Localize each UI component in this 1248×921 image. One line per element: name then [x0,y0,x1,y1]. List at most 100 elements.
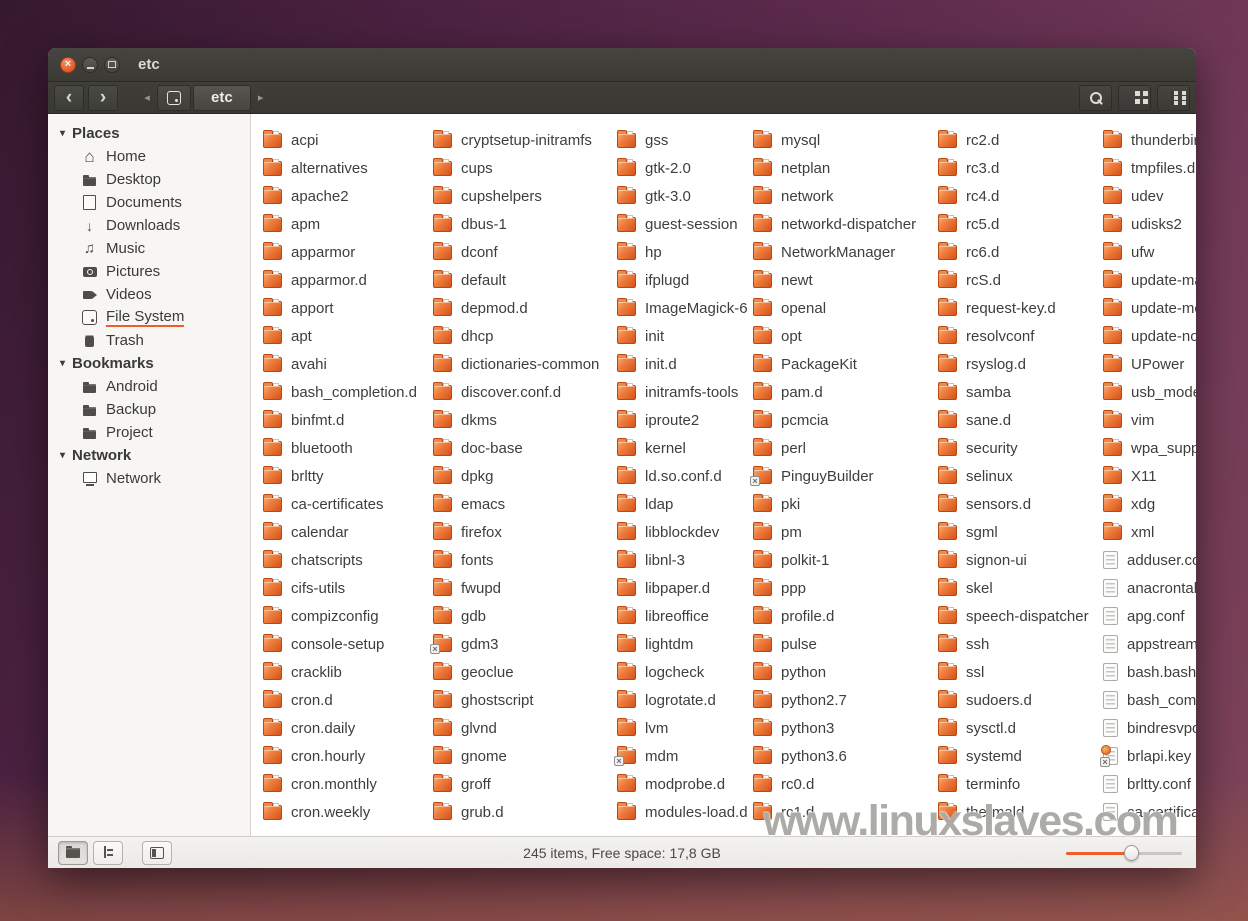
file-pki[interactable]: pki [741,490,926,518]
file-resolvconf[interactable]: resolvconf [926,322,1091,350]
file-profile.d[interactable]: profile.d [741,602,926,630]
search-button[interactable] [1079,85,1112,111]
zoom-slider-handle[interactable] [1124,845,1139,861]
file-sgml[interactable]: sgml [926,518,1091,546]
file-skel[interactable]: skel [926,574,1091,602]
file-x11[interactable]: X11 [1091,462,1196,490]
forward-button[interactable]: › [88,85,118,111]
file-gdm3[interactable]: ×gdm3 [421,630,605,658]
file-networkd-dispatcher[interactable]: networkd-dispatcher [741,210,926,238]
sidebar-item-backup[interactable]: Backup [48,398,250,421]
sidebar-item-project[interactable]: Project [48,421,250,444]
file-dictionaries-common[interactable]: dictionaries-common [421,350,605,378]
file-discover.conf.d[interactable]: discover.conf.d [421,378,605,406]
file-ld.so.conf.d[interactable]: ld.so.conf.d [605,462,741,490]
file-pinguybuilder[interactable]: ×PinguyBuilder [741,462,926,490]
file-cifs-utils[interactable]: cifs-utils [251,574,421,602]
file-signon-ui[interactable]: signon-ui [926,546,1091,574]
file-ghostscript[interactable]: ghostscript [421,686,605,714]
file-gtk-3.0[interactable]: gtk-3.0 [605,182,741,210]
file-rc0.d[interactable]: rc0.d [741,770,926,798]
sidebar-section-network[interactable]: ▾Network [48,444,250,467]
file-udev[interactable]: udev [1091,182,1196,210]
file-ufw[interactable]: ufw [1091,238,1196,266]
sidebar-item-home[interactable]: ⌂Home [48,145,250,168]
file-bash-completion.d[interactable]: bash_completion.d [251,378,421,406]
file-network[interactable]: network [741,182,926,210]
file-rc4.d[interactable]: rc4.d [926,182,1091,210]
file-selinux[interactable]: selinux [926,462,1091,490]
file-update-motd.d[interactable]: update-motd.d [1091,294,1196,322]
file-terminfo[interactable]: terminfo [926,770,1091,798]
file-rc5.d[interactable]: rc5.d [926,210,1091,238]
file-logrotate.d[interactable]: logrotate.d [605,686,741,714]
file-grub.d[interactable]: grub.d [421,798,605,826]
file-apport[interactable]: apport [251,294,421,322]
file-gtk-2.0[interactable]: gtk-2.0 [605,154,741,182]
file-imagemagick-6[interactable]: ImageMagick-6 [605,294,741,322]
file-dbus-1[interactable]: dbus-1 [421,210,605,238]
file-lvm[interactable]: lvm [605,714,741,742]
file-initramfs-tools[interactable]: initramfs-tools [605,378,741,406]
file-newt[interactable]: newt [741,266,926,294]
file-usb-modeswitch.d[interactable]: usb_modeswitch.d [1091,378,1196,406]
file-samba[interactable]: samba [926,378,1091,406]
file-libreoffice[interactable]: libreoffice [605,602,741,630]
file-cron.weekly[interactable]: cron.weekly [251,798,421,826]
file-openal[interactable]: openal [741,294,926,322]
file-cups[interactable]: cups [421,154,605,182]
file-ssl[interactable]: ssl [926,658,1091,686]
compact-view-button[interactable] [1157,85,1190,111]
file-apparmor[interactable]: apparmor [251,238,421,266]
back-button[interactable]: ‹ [54,85,84,111]
file-python3.6[interactable]: python3.6 [741,742,926,770]
file-packagekit[interactable]: PackageKit [741,350,926,378]
file-rc6.d[interactable]: rc6.d [926,238,1091,266]
file-cron.hourly[interactable]: cron.hourly [251,742,421,770]
file-default[interactable]: default [421,266,605,294]
file-python[interactable]: python [741,658,926,686]
file-python2.7[interactable]: python2.7 [741,686,926,714]
file-init[interactable]: init [605,322,741,350]
toggle-sidebar-button[interactable] [142,841,172,865]
file-libpaper.d[interactable]: libpaper.d [605,574,741,602]
sidebar-section-places[interactable]: ▾Places [48,122,250,145]
file-security[interactable]: security [926,434,1091,462]
file-update-manager[interactable]: update-manager [1091,266,1196,294]
file-console-setup[interactable]: console-setup [251,630,421,658]
file-gnome[interactable]: gnome [421,742,605,770]
file-kernel[interactable]: kernel [605,434,741,462]
file-glvnd[interactable]: glvnd [421,714,605,742]
file-doc-base[interactable]: doc-base [421,434,605,462]
sidebar-item-documents[interactable]: Documents [48,191,250,214]
file-iproute2[interactable]: iproute2 [605,406,741,434]
file-fwupd[interactable]: fwupd [421,574,605,602]
file-gdb[interactable]: gdb [421,602,605,630]
file-appstream[interactable]: appstream [1091,630,1196,658]
file-hp[interactable]: hp [605,238,741,266]
file-init.d[interactable]: init.d [605,350,741,378]
path-segment-etc[interactable]: etc [193,85,251,111]
file-acpi[interactable]: acpi [251,126,421,154]
file-libnl-3[interactable]: libnl-3 [605,546,741,574]
file-sensors.d[interactable]: sensors.d [926,490,1091,518]
file-bash-completion[interactable]: bash_completion [1091,686,1196,714]
file-ldap[interactable]: ldap [605,490,741,518]
file-fonts[interactable]: fonts [421,546,605,574]
file-logcheck[interactable]: logcheck [605,658,741,686]
file-mysql[interactable]: mysql [741,126,926,154]
file-dkms[interactable]: dkms [421,406,605,434]
file-upower[interactable]: UPower [1091,350,1196,378]
file-cron.daily[interactable]: cron.daily [251,714,421,742]
file-ifplugd[interactable]: ifplugd [605,266,741,294]
show-places-button[interactable] [58,841,88,865]
file-ppp[interactable]: ppp [741,574,926,602]
file-networkmanager[interactable]: NetworkManager [741,238,926,266]
file-vim[interactable]: vim [1091,406,1196,434]
file-bluetooth[interactable]: bluetooth [251,434,421,462]
file-rc3.d[interactable]: rc3.d [926,154,1091,182]
maximize-button[interactable] [104,57,120,73]
file-lightdm[interactable]: lightdm [605,630,741,658]
filesystem-root-button[interactable] [157,85,191,111]
file-pam.d[interactable]: pam.d [741,378,926,406]
